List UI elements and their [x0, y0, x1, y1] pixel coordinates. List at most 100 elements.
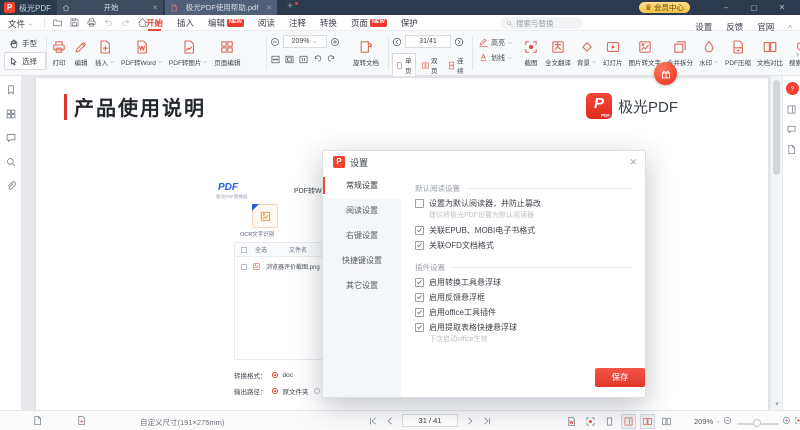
tool-选择[interactable]: 选择 — [4, 52, 46, 70]
toolbar-overflow-button[interactable]: › — [796, 49, 799, 59]
fit-actual-button[interactable] — [298, 54, 309, 65]
zoom-slider-knob[interactable] — [753, 419, 761, 427]
settings-nav-其它设置[interactable]: 其它设置 — [323, 273, 401, 298]
undo-icon[interactable] — [103, 17, 114, 28]
checkbox-row[interactable]: 启用office工具插件 — [415, 305, 633, 319]
close-button[interactable]: ✕ — [770, 0, 794, 15]
zoom-in-button[interactable] — [330, 37, 340, 47]
checkbox-checked[interactable] — [415, 226, 424, 235]
comment-panel-icon[interactable] — [5, 132, 17, 144]
checkbox-row[interactable]: 启用转换工具悬浮球 — [415, 275, 633, 289]
toolbar-button-文档对比[interactable]: 文档对比 — [754, 32, 786, 74]
page-number-box[interactable]: 31/41 — [405, 35, 451, 48]
view-mode-单页[interactable]: 单页 — [392, 53, 416, 77]
settings-nav-常规设置[interactable]: 常规设置 — [323, 173, 401, 198]
rotate-r-button[interactable] — [326, 54, 337, 65]
fit-width-button[interactable] — [270, 54, 281, 65]
checkbox-row[interactable]: 关联EPUB、MOBI电子书格式 — [415, 223, 633, 237]
ribbon-tab-开始[interactable]: 开始 — [146, 15, 163, 31]
toolbar-button-PDF转Word[interactable]: PDF转Word — [118, 32, 166, 74]
search-panel-icon[interactable] — [5, 156, 17, 168]
zoom-out-button[interactable] — [270, 37, 280, 47]
statusbar-view-panel[interactable] — [621, 414, 636, 429]
fit-page-button[interactable] — [284, 54, 295, 65]
zoom-out-button[interactable] — [723, 416, 732, 425]
fullscreen-button[interactable] — [794, 416, 800, 425]
panel-panel-icon[interactable] — [786, 104, 797, 115]
toolbar-button-PDF转图片[interactable]: PDF转图片 — [166, 32, 212, 74]
redo-icon[interactable] — [120, 17, 131, 28]
next-page-button[interactable] — [454, 37, 464, 47]
scrollbar-thumb[interactable] — [773, 80, 780, 175]
dialog-title-bar[interactable]: P 设置 — [323, 151, 645, 173]
toolbar-button-幻灯片[interactable]: 幻灯片 — [600, 32, 626, 74]
view-mode-双页[interactable]: 双页 — [418, 53, 442, 77]
search-replace-box[interactable]: 搜索与替换 — [500, 17, 582, 29]
toolbar-button-打印[interactable]: 打印 — [48, 32, 70, 74]
doc-panel-icon[interactable] — [786, 144, 797, 155]
toolbar-button-水印[interactable]: 水印 — [696, 32, 722, 74]
file-menu[interactable]: 文件 — [8, 18, 34, 30]
checkbox-row[interactable]: 启用反馈悬浮框 — [415, 290, 633, 304]
ribbon-tab-注释[interactable]: 注释 — [289, 15, 306, 31]
prev-page-button[interactable] — [392, 37, 402, 47]
toolbar-button-背景[interactable]: 背景 — [574, 32, 600, 74]
bookmark-panel-icon[interactable] — [5, 84, 17, 96]
toolbar-button-PDF压缩[interactable]: PDF压缩 — [722, 32, 754, 74]
checkbox-row[interactable]: 启用提取表格快捷悬浮球 — [415, 320, 633, 334]
rotate-l-button[interactable] — [312, 54, 323, 65]
checkbox-row[interactable]: 关联OFD文档格式 — [415, 238, 633, 252]
next-page-button[interactable] — [465, 416, 475, 426]
first-page-button[interactable] — [368, 416, 378, 426]
zoom-in-button[interactable] — [782, 416, 791, 425]
dialog-close-icon[interactable]: ✕ — [629, 157, 637, 168]
comment-panel-icon[interactable] — [786, 124, 797, 135]
maximize-button[interactable]: ▢ — [742, 0, 766, 15]
statusbar-zoom-value[interactable]: 209% — [694, 417, 721, 426]
checkbox-row[interactable]: 设置为默认阅读器，并防止篡改 — [415, 196, 633, 210]
statusbar-view-compare[interactable] — [640, 414, 655, 429]
last-page-button[interactable] — [482, 416, 492, 426]
checkbox-checked[interactable] — [415, 241, 424, 250]
statusbar-view-page-single[interactable] — [602, 414, 617, 429]
page-option-icon[interactable] — [76, 415, 87, 426]
minimize-button[interactable]: – — [714, 0, 738, 15]
ribbon-tab-插入[interactable]: 插入 — [177, 15, 194, 31]
tab-document[interactable]: 极光PDF使用帮助.pdf ✕ — [165, 0, 277, 15]
checkbox-checked[interactable] — [415, 278, 424, 287]
statusbar-view-scan[interactable] — [583, 414, 598, 429]
tab-home[interactable]: 开始 ✕ — [57, 0, 163, 15]
checkbox-unchecked[interactable] — [415, 199, 424, 208]
annotate-划线[interactable]: 划线 — [478, 50, 518, 65]
checkbox-checked[interactable] — [415, 323, 424, 332]
help-badge-button[interactable] — [786, 82, 799, 95]
tool-手型[interactable]: 手型 — [4, 34, 46, 52]
toolbar-button-全文翻译[interactable]: 全文翻译 — [542, 32, 574, 74]
clip-panel-icon[interactable] — [5, 180, 17, 192]
prev-page-button[interactable] — [385, 416, 395, 426]
tab-home-close-icon[interactable]: ✕ — [152, 4, 158, 12]
toolbar-button-编辑[interactable]: 编辑 — [70, 32, 92, 74]
checkbox-checked[interactable] — [415, 293, 424, 302]
statusbar-view-doc-w[interactable] — [564, 414, 579, 429]
statusbar-view-page-double[interactable] — [659, 414, 674, 429]
folder-icon[interactable] — [52, 17, 63, 28]
tab-document-close-icon[interactable]: ✕ — [266, 4, 272, 12]
annotate-高亮[interactable]: 高亮 — [478, 35, 518, 50]
vertical-scrollbar[interactable]: ▾ — [770, 76, 782, 410]
checkbox-checked[interactable] — [415, 308, 424, 317]
ribbon-tab-转换[interactable]: 转换 — [320, 15, 337, 31]
view-mode-连续[interactable]: 连续 — [444, 53, 468, 77]
settings-nav-右键设置[interactable]: 右键设置 — [323, 223, 401, 248]
zoom-value-box[interactable]: 209% — [283, 35, 327, 48]
settings-nav-快捷键设置[interactable]: 快捷键设置 — [323, 248, 401, 273]
page-indicator-input[interactable]: 31 / 41 — [402, 414, 458, 427]
toolbar-button-插入[interactable]: 插入 — [92, 32, 118, 74]
member-center-button[interactable]: ♛ 会员中心 — [639, 2, 690, 13]
toolbar-button-页面编辑[interactable]: 页面编辑 — [211, 32, 243, 74]
floating-promo-button[interactable] — [654, 62, 677, 85]
settings-nav-阅读设置[interactable]: 阅读设置 — [323, 198, 401, 223]
save-icon[interactable] — [69, 17, 80, 28]
rotate-document-button[interactable]: 旋转文档 — [350, 32, 382, 74]
print-icon[interactable] — [86, 17, 97, 28]
